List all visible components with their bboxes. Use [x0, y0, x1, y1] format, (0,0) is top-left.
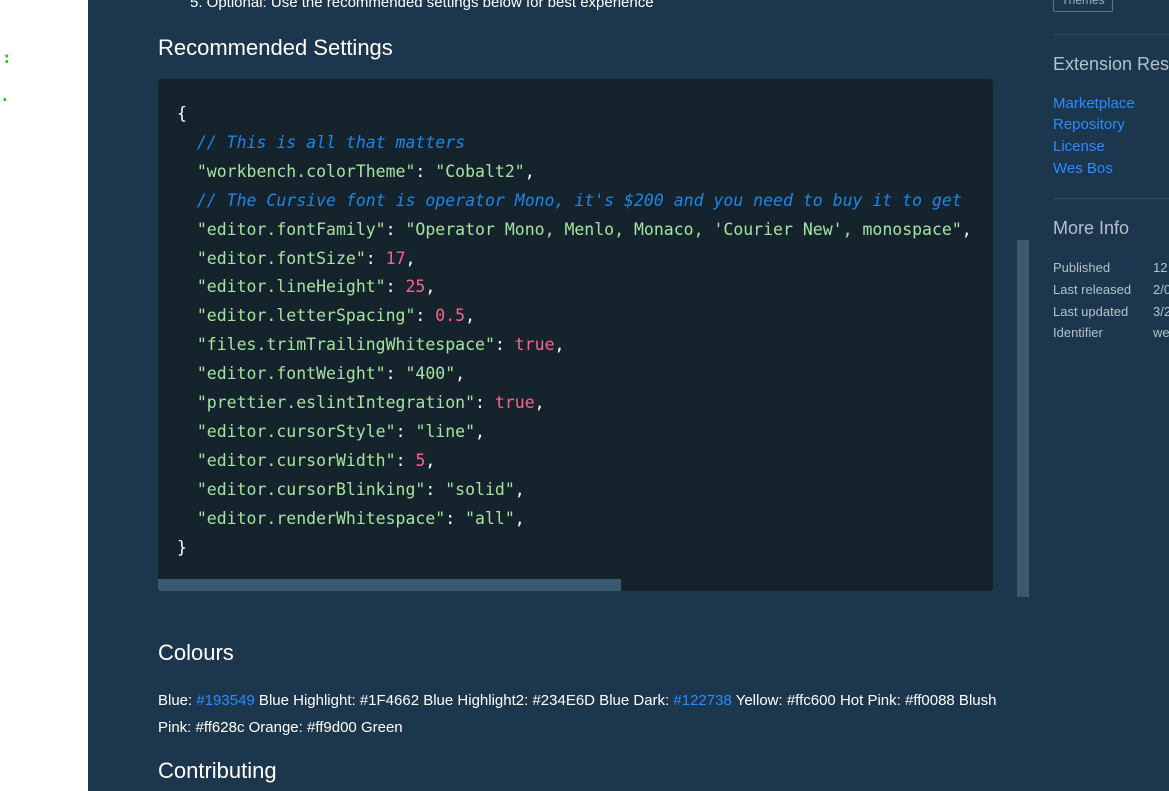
code-horizontal-scrollbar[interactable]	[158, 579, 993, 591]
info-label-last-released: Last released	[1053, 282, 1132, 297]
colour-value-link[interactable]: #193549	[196, 692, 254, 709]
colour-label: Hot Pink:	[835, 692, 905, 709]
colour-value: #1F4662	[359, 692, 420, 709]
extension-sidebar: Themes Extension Resources Marketplace R…	[1053, 0, 1169, 791]
settings-code-block[interactable]: { // This is all that matters "workbench…	[158, 79, 993, 591]
colour-value: #ff9d00	[307, 719, 357, 736]
colour-label: Blue Highlight2:	[419, 692, 533, 709]
info-label-identifier: Identifier	[1053, 325, 1103, 340]
setting-key: "editor.lineHeight"	[196, 277, 386, 297]
code-horizontal-scrollbar-thumb[interactable]	[158, 579, 621, 591]
category-tag-themes[interactable]: Themes	[1053, 0, 1113, 12]
setting-value: "Cobalt2"	[435, 161, 525, 181]
setting-value: 25	[405, 277, 426, 297]
setting-key: "editor.fontFamily"	[196, 219, 386, 239]
setting-key: "editor.letterSpacing"	[196, 306, 416, 326]
code-comment: // The Cursive font is operator Mono, it…	[196, 190, 962, 210]
setting-value: true	[514, 335, 555, 355]
info-label-last-updated: Last updated	[1053, 304, 1129, 319]
setting-key: "editor.fontWeight"	[196, 364, 386, 384]
setting-value: 5	[415, 450, 426, 470]
colours-heading: Colours	[158, 640, 234, 665]
setting-key: "editor.cursorWidth"	[196, 450, 396, 470]
info-value-published: 12	[1153, 260, 1168, 275]
setting-key: "editor.fontSize"	[196, 248, 366, 268]
code-comment: // This is all that matters	[196, 132, 466, 152]
left-panel-marker: :	[2, 48, 12, 67]
setting-key: "editor.renderWhitespace"	[196, 508, 446, 528]
info-label-published: Published	[1053, 260, 1111, 275]
more-info-heading: More Info	[1053, 218, 1130, 238]
colour-label: Yellow:	[731, 692, 787, 709]
colour-value: #234E6D	[532, 692, 596, 709]
setting-value: "line"	[415, 421, 476, 441]
left-panel: : .	[0, 0, 88, 791]
resource-link-marketplace[interactable]: Marketplace	[1053, 95, 1135, 112]
contributing-heading: Contributing	[158, 758, 277, 783]
setting-value: 0.5	[435, 306, 466, 326]
setting-value: 17	[385, 248, 406, 268]
setting-key: "files.trimTrailingWhitespace"	[196, 335, 495, 355]
install-step-5: 5. Optional: Use the recommended setting…	[190, 0, 654, 11]
colours-list: Blue: #193549 Blue Highlight: #1F4662 Bl…	[158, 687, 998, 741]
colour-value: #ffc600	[786, 692, 836, 709]
colour-label: Green	[356, 719, 403, 736]
code-close-brace: }	[177, 537, 187, 557]
extension-resources-heading: Extension Resources	[1053, 54, 1169, 74]
recommended-settings-heading: Recommended Settings	[158, 35, 393, 60]
colour-value-link[interactable]: #122738	[673, 692, 731, 709]
sidebar-divider	[1053, 198, 1169, 199]
code-open-brace: {	[177, 104, 187, 123]
resource-link-repository[interactable]: Repository	[1053, 116, 1125, 133]
setting-value: true	[494, 393, 535, 413]
setting-value: "Operator Mono, Menlo, Monaco, 'Courier …	[405, 219, 962, 239]
setting-key: "editor.cursorStyle"	[196, 421, 396, 441]
setting-key: "prettier.eslintIntegration"	[196, 393, 476, 413]
left-panel-marker: .	[0, 86, 10, 105]
colour-label: Blue:	[158, 692, 197, 709]
settings-code: { // This is all that matters "workbench…	[177, 104, 972, 557]
sidebar-divider	[1053, 34, 1169, 35]
setting-value: "all"	[465, 508, 515, 528]
colour-label: Blue Highlight:	[254, 692, 360, 709]
colour-value: #ff0088	[904, 692, 955, 709]
setting-key: "workbench.colorTheme"	[196, 161, 416, 181]
setting-value: "solid"	[445, 479, 515, 499]
resource-link-author[interactable]: Wes Bos	[1053, 160, 1113, 177]
colour-value: #ff628c	[195, 719, 245, 736]
page-vertical-scrollbar-thumb[interactable]	[1017, 240, 1029, 597]
colour-label: Blue Dark:	[595, 692, 674, 709]
info-value-identifier: we	[1153, 325, 1169, 340]
info-value-last-updated: 3/2	[1153, 304, 1169, 319]
setting-value: "400"	[405, 364, 456, 384]
extension-readme-panel: 5. Optional: Use the recommended setting…	[88, 0, 1169, 791]
resource-link-license[interactable]: License	[1053, 138, 1105, 155]
info-value-last-released: 2/0	[1153, 282, 1169, 297]
setting-key: "editor.cursorBlinking"	[196, 479, 426, 499]
colour-label: Orange:	[244, 719, 307, 736]
